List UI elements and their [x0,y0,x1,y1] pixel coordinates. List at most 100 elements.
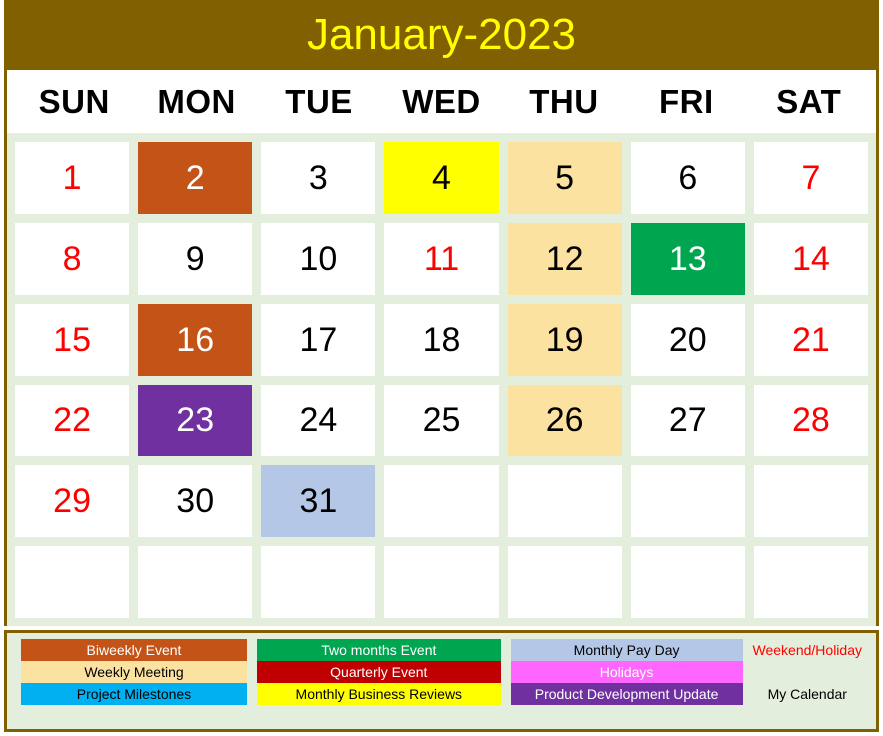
weekday-header-thu: THU [529,82,599,120]
day-number: 11 [423,239,460,278]
legend-item[interactable]: Product Development Update [510,683,743,705]
legend-column-3: Monthly Pay Day Holidays Product Developme… [510,639,743,719]
day-cell[interactable]: 30 [138,465,253,538]
legend-item[interactable]: Weekly Meeting [21,661,247,683]
day-number: 27 [668,401,707,440]
day-cell[interactable]: 17 [261,303,376,376]
day-cell[interactable]: 4 [384,142,499,214]
day-number: 9 [185,239,205,278]
day-cell[interactable]: 1 [15,142,130,214]
day-number: 4 [432,158,451,197]
day-cell[interactable]: 23 [138,384,253,457]
day-cell[interactable]: 15 [15,303,130,376]
weekday-header-tue: TUE [285,82,353,120]
day-number: 29 [53,482,91,521]
legend-inner: Biweekly Event Weekly Meeting Project Mile… [7,633,876,729]
legend-note: Weekend/Holiday [752,642,862,658]
day-cell[interactable]: 19 [507,303,622,376]
day-cell[interactable]: 3 [261,142,376,214]
day-number: 22 [53,401,91,440]
day-cell[interactable]: 24 [261,384,376,457]
day-cell-empty [507,465,622,538]
day-number: 16 [176,320,215,359]
legend-item[interactable]: Monthly Pay Day [510,639,743,661]
day-cell[interactable]: 20 [630,303,745,376]
day-number: 5 [555,158,575,197]
day-number: 10 [299,239,338,278]
day-cell[interactable]: 5 [507,142,622,214]
day-cell[interactable]: 31 [261,465,376,538]
day-cell[interactable]: 21 [753,303,868,376]
legend-item[interactable]: Project Milestones [21,683,247,705]
day-cell[interactable]: 8 [15,222,130,295]
day-number: 15 [53,320,91,359]
day-number: 31 [299,482,338,521]
day-cell[interactable]: 28 [753,384,868,457]
day-cell[interactable]: 6 [630,142,745,214]
days-grid: 1 2 3 4 5 6 7 8 9 10 11 12 13 14 15 16 17 18 19 20 21 22 23 24 2… [7,133,876,626]
day-cell-empty [753,546,868,618]
legend-box: Biweekly Event Weekly Meeting Project Mile… [4,630,879,732]
day-number: 1 [62,158,82,197]
day-cell[interactable]: 13 [630,222,745,295]
day-number: 23 [176,401,215,440]
page-title: January-2023 [306,10,577,59]
day-number: 30 [176,482,215,521]
calendar-app: January-2023 SUN MON TUE WED THU FRI SAT 12345… [0,0,883,736]
day-cell-empty [384,546,499,618]
day-number: 20 [668,320,707,359]
day-cell-empty [507,546,622,618]
legend-column-1: Biweekly Event Weekly Meeting Project Mile… [21,639,247,719]
legend-column-notes: Weekend/Holiday My Calendar [753,639,862,719]
day-cell[interactable]: 10 [261,222,376,295]
day-number: 19 [545,320,584,359]
day-cell[interactable]: 12 [507,222,622,295]
weekday-header-row: SUN MON TUE WED THU FRI SAT [7,70,876,133]
day-cell[interactable]: 7 [753,142,868,214]
day-cell[interactable]: 29 [15,465,130,538]
day-number: 12 [545,239,584,278]
day-cell[interactable]: 26 [507,384,622,457]
day-number: 24 [299,401,338,440]
day-number: 14 [792,239,830,278]
day-cell[interactable]: 22 [15,384,130,457]
day-cell-empty [15,546,130,618]
day-cell-empty [753,465,868,538]
day-number: 3 [308,158,328,197]
day-number: 28 [792,401,830,440]
legend-item[interactable]: Quarterly Event [256,661,501,683]
day-cell[interactable]: 14 [753,222,868,295]
legend-item[interactable]: Two months Event [256,639,501,661]
day-number: 25 [422,401,461,440]
legend-item[interactable]: Monthly Business Reviews [256,683,501,705]
day-number: 7 [801,158,821,197]
weekday-header-sun: SUN [38,82,110,120]
day-cell[interactable]: 25 [384,384,499,457]
day-cell[interactable]: 16 [138,303,253,376]
weekday-header-fri: FRI [658,82,714,120]
day-number: 8 [62,239,82,278]
day-cell[interactable]: 27 [630,384,745,457]
day-cell-empty [630,465,745,538]
day-cell[interactable]: 18 [384,303,499,376]
day-number: 2 [185,158,205,197]
day-number: 21 [792,320,830,359]
legend-note: My Calendar [767,686,847,702]
weekday-header-wed: WED [402,82,481,120]
legend-item[interactable]: Biweekly Event [21,639,247,661]
day-cell-empty [630,546,745,618]
day-cell[interactable]: 9 [138,222,253,295]
calendar-frame: SUN MON TUE WED THU FRI SAT 1 2 3 4 5 6 7 8 9 10 11 12 13 1… [4,70,879,626]
day-cell[interactable]: 2 [138,142,253,214]
day-number: 26 [545,401,584,440]
calendar-title-bar: January-2023 [4,0,879,70]
day-cell-empty [138,546,253,618]
weekday-header-mon: MON [157,82,236,120]
day-number: 17 [299,320,338,359]
legend-item[interactable]: Holidays [510,661,743,683]
day-cell[interactable]: 11 [384,222,499,295]
weekday-header-sat: SAT [776,82,842,120]
day-cell-empty [384,465,499,538]
legend-column-2: Two months Event Quarterly Event Monthly B… [256,639,501,719]
day-number: 18 [422,320,461,359]
